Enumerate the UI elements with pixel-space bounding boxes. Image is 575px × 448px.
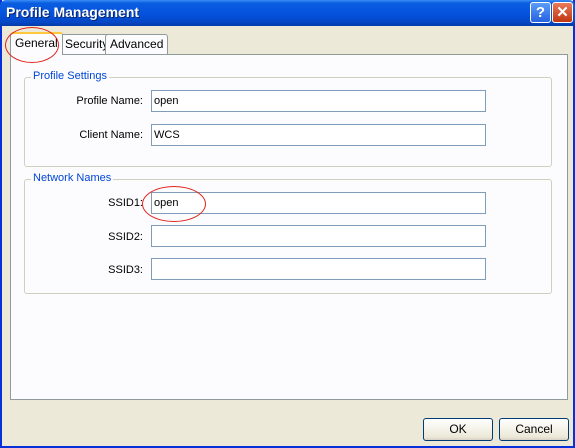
title-bar[interactable]: Profile Management ? ✕ (0, 0, 575, 26)
help-icon[interactable]: ? (530, 2, 551, 23)
ssid3-label: SSID3: (108, 264, 143, 276)
ssid1-highlight (142, 186, 206, 222)
close-icon[interactable]: ✕ (552, 2, 573, 23)
profile-settings-legend: Profile Settings (31, 70, 109, 82)
profile-name-field[interactable]: open (151, 90, 486, 112)
ssid3-field[interactable] (151, 258, 486, 280)
tab-panel-general: Profile Settings Network Names Profile N… (10, 54, 568, 400)
ssid2-field[interactable] (151, 225, 486, 247)
tab-advanced[interactable]: Advanced (105, 34, 169, 54)
network-names-legend: Network Names (31, 172, 114, 184)
ssid2-label: SSID2: (108, 231, 143, 243)
general-tab-highlight (5, 27, 59, 63)
ssid1-label: SSID1: (108, 197, 143, 209)
profile-name-label: Profile Name: (76, 95, 143, 107)
cancel-button[interactable]: Cancel (499, 418, 569, 441)
profile-management-dialog: Profile Management ? ✕ General Security … (0, 0, 575, 448)
window-title: Profile Management (6, 4, 140, 20)
client-name-label: Client Name: (79, 129, 143, 141)
ok-button[interactable]: OK (423, 418, 493, 441)
client-name-field[interactable]: WCS (151, 124, 486, 146)
